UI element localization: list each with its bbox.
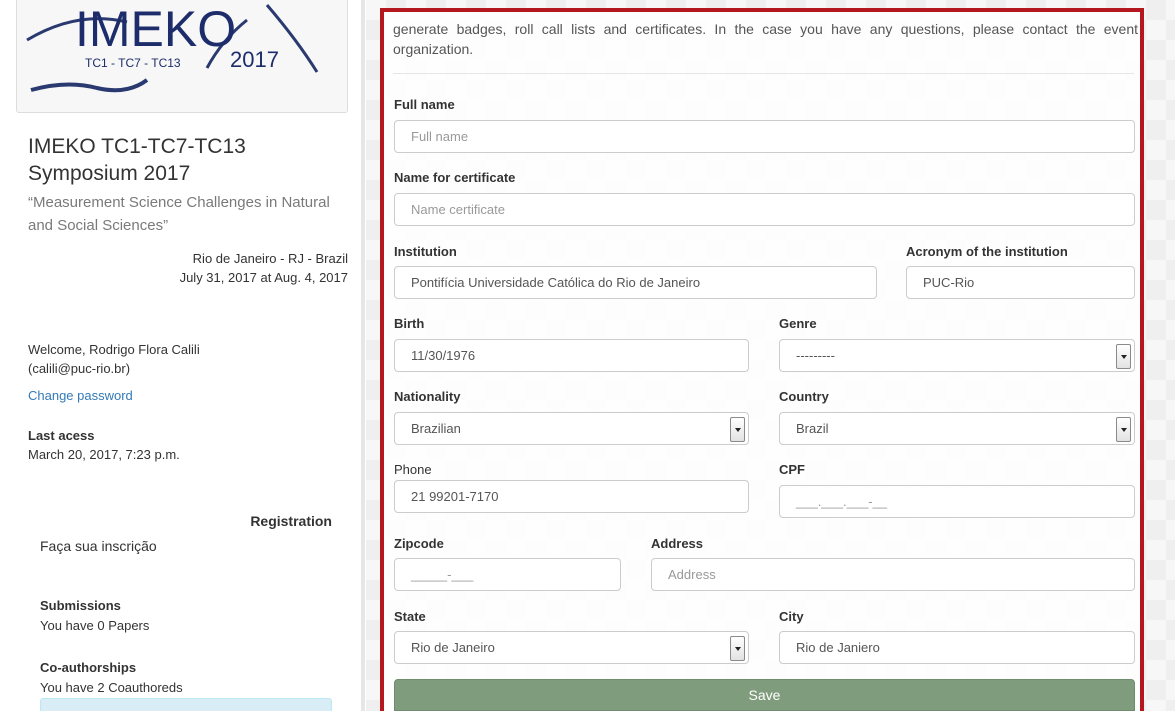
zipcode-input[interactable]: _____-___	[394, 558, 621, 591]
chevron-down-icon[interactable]	[1116, 417, 1131, 442]
birth-input[interactable]: 11/30/1976	[394, 339, 749, 372]
city-value: Rio de Janiero	[796, 640, 880, 655]
submissions-label: Submissions	[40, 598, 121, 613]
acronym-value: PUC-Rio	[923, 275, 975, 290]
country-value: Brazil	[796, 421, 829, 436]
coauthorships-count: You have 2 Coauthoreds	[40, 680, 183, 695]
nationality-value: Brazilian	[411, 421, 461, 436]
logo-sub-text: TC1 - TC7 - TC13	[85, 56, 181, 70]
country-select[interactable]: Brazil	[779, 412, 1135, 445]
registration-heading: Registration	[250, 513, 332, 529]
event-title: IMEKO TC1-TC7-TC13 Symposium 2017	[28, 135, 246, 185]
address-placeholder: Address	[668, 567, 716, 582]
logo-main-text: IMEKO	[75, 1, 236, 57]
form-divider	[393, 73, 1134, 74]
form-intro-text: generate badges, roll call lists and cer…	[393, 21, 1138, 57]
full-name-input[interactable]: Full name	[394, 120, 1135, 153]
full-name-placeholder: Full name	[411, 129, 469, 144]
last-access-value: March 20, 2017, 7:23 p.m.	[28, 447, 180, 462]
event-location: Rio de Janeiro - RJ - Brazil	[192, 251, 348, 266]
logo-year: 2017	[230, 47, 279, 72]
full-name-label: Full name	[394, 97, 455, 112]
coauthorships-label: Co-authorships	[40, 660, 137, 675]
change-password-link[interactable]: Change password	[28, 388, 133, 403]
phone-label: Phone	[394, 462, 432, 477]
user-email: (calili@puc-rio.br)	[28, 361, 131, 376]
nationality-label: Nationality	[394, 389, 461, 404]
cpf-input[interactable]: ___.___.___-__	[779, 485, 1135, 518]
chevron-down-icon[interactable]	[730, 636, 745, 661]
submissions-count: You have 0 Papers	[40, 618, 150, 633]
city-input[interactable]: Rio de Janiero	[779, 631, 1135, 664]
cpf-label: CPF	[779, 462, 805, 477]
welcome-text: Welcome, Rodrigo Flora Calili	[28, 342, 200, 357]
certificate-name-label: Name for certificate	[394, 170, 516, 185]
acronym-label: Acronym of the institution	[906, 244, 1068, 259]
genre-value: ---------	[796, 348, 835, 363]
state-value: Rio de Janeiro	[411, 640, 495, 655]
phone-input[interactable]: 21 99201-7170	[394, 480, 749, 513]
birth-value: 11/30/1976	[411, 348, 476, 363]
registration-link[interactable]: Faça sua inscrição	[40, 538, 157, 554]
last-access-label: Last acess	[28, 428, 95, 443]
birth-label: Birth	[394, 316, 425, 331]
state-select[interactable]: Rio de Janeiro	[394, 631, 749, 664]
state-label: State	[394, 609, 426, 624]
certificate-name-placeholder: Name certificate	[411, 202, 505, 217]
city-label: City	[779, 609, 804, 624]
institution-input[interactable]: Pontifícia Universidade Católica do Rio …	[394, 266, 877, 299]
welcome-block: Welcome, Rodrigo Flora Calili (calili@pu…	[28, 340, 348, 378]
genre-select[interactable]: ---------	[779, 339, 1135, 372]
event-dates: July 31, 2017 at Aug. 4, 2017	[179, 270, 348, 285]
zipcode-label: Zipcode	[394, 536, 444, 551]
phone-value: 21 99201-7170	[411, 489, 499, 504]
address-label: Address	[651, 536, 704, 551]
cpf-mask: ___.___.___-__	[796, 494, 888, 509]
certificate-name-input[interactable]: Name certificate	[394, 193, 1135, 226]
save-button[interactable]: Save	[394, 679, 1135, 711]
event-logo: IMEKO TC1 - TC7 - TC13 2017	[16, 0, 348, 113]
chevron-down-icon[interactable]	[730, 417, 745, 442]
info-alert-box	[40, 698, 332, 711]
country-label: Country	[779, 389, 829, 404]
genre-label: Genre	[779, 316, 817, 331]
event-subtitle: “Measurement Science Challenges in Natur…	[28, 194, 330, 234]
zipcode-mask: _____-___	[411, 567, 474, 582]
institution-value: Pontifícia Universidade Católica do Rio …	[411, 275, 701, 290]
acronym-input[interactable]: PUC-Rio	[906, 266, 1135, 299]
chevron-down-icon[interactable]	[1116, 344, 1131, 369]
institution-label: Institution	[394, 244, 457, 259]
address-input[interactable]: Address	[651, 558, 1135, 591]
nationality-select[interactable]: Brazilian	[394, 412, 749, 445]
